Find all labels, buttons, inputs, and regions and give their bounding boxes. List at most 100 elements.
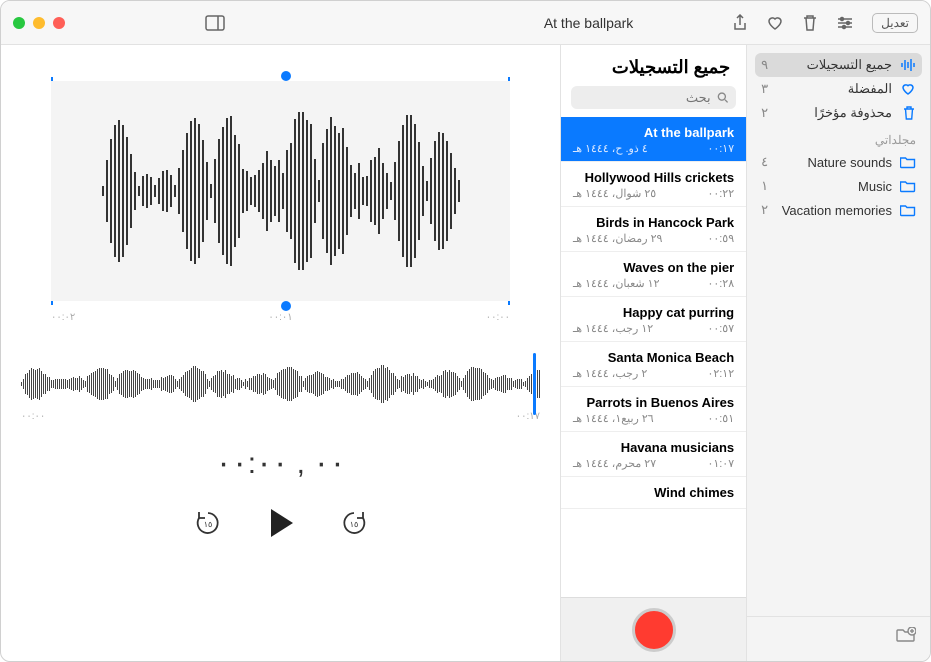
recording-duration: ٠٠:١٧ [707,142,734,155]
sidebar-item[interactable]: محذوفة مؤخرًا ٢ [747,101,930,125]
sidebar-item-label: المفضلة [848,81,892,97]
recording-duration: ٠٠:٢٨ [707,277,734,290]
sidebar-folder[interactable]: Music ١ [747,174,930,198]
app-window: تعديل At the ballpark [0,0,931,662]
sidebar-item-count: ٢ [761,105,768,121]
search-field[interactable] [571,86,736,109]
close-button[interactable] [53,17,65,29]
svg-text:١٥: ١٥ [349,520,358,529]
share-button[interactable] [732,14,748,32]
recording-title: Parrots in Buenos Aires [573,395,734,410]
ruler-mark: ٠٠:٠١ [268,312,292,323]
toolbar: تعديل [732,13,918,33]
recording-item[interactable]: Waves on the pier ٠٠:٢٨ ١٢ شعبان، ١٤٤٤ ه… [561,252,746,297]
recording-duration: ٠٠:٥٩ [707,232,734,245]
sidebar-item-label: جميع التسجيلات [807,57,892,73]
waveform-icon [900,58,916,72]
trim-handle-top[interactable] [281,71,291,81]
folder-label: Vacation memories [782,203,892,218]
window-controls [13,17,65,29]
recording-date: ٢٦ ربيع١، ١٤٤٤ هـ [573,412,654,425]
recording-date: ٤ ذو. ح، ١٤٤٤ هـ [573,142,648,155]
playback-controls: ١٥ ١٥ [21,507,540,539]
waveform-bars [51,81,510,301]
recording-date: ١٢ شعبان، ١٤٤٤ هـ [573,277,660,290]
sidebar-folder[interactable]: Vacation memories ٢ [747,198,930,222]
folder-icon [900,180,916,193]
recording-duration: ٠٠:٥٧ [707,322,734,335]
play-button[interactable] [267,507,295,539]
recording-duration: ٠٢:١٢ [707,367,734,380]
skip-back-button[interactable]: ١٥ [193,508,223,538]
trash-icon [802,14,818,32]
time-ruler: ٠٠:٠٢ ٠٠:٠١ ٠٠:٠٠ [51,312,510,323]
ruler-mark: ٠٠:٠٢ [51,312,75,323]
recording-title: Santa Monica Beach [573,350,734,365]
edit-button[interactable]: تعديل [872,13,918,33]
playhead[interactable] [533,353,536,415]
recording-date: ٢٧ محرم، ١٤٤٤ هـ [573,457,656,470]
recording-title: Wind chimes [573,485,734,500]
share-icon [732,14,748,32]
minimize-button[interactable] [33,17,45,29]
folder-icon [900,204,916,217]
search-icon [717,91,728,104]
recording-item[interactable]: At the ballpark ٠٠:١٧ ٤ ذو. ح، ١٤٤٤ هـ [561,117,746,162]
trim-handle-bottom[interactable] [281,301,291,311]
detail-pane: ٠٠:٠٢ ٠٠:٠١ ٠٠:٠٠ ٠٠:٠٠ ٠٠:١٧ ٠٠ , ٠٠:٠٠… [1,45,560,661]
svg-text:١٥: ١٥ [203,520,212,529]
skip-forward-icon: ١٥ [340,509,368,537]
sidebar-item-label: محذوفة مؤخرًا [814,105,892,121]
recording-title: Happy cat purring [573,305,734,320]
heart-icon [900,82,916,96]
sidebar-folder[interactable]: Nature sounds ٤ [747,150,930,174]
recording-date: ٢ رجب، ١٤٤٤ هـ [573,367,647,380]
recording-item[interactable]: Santa Monica Beach ٠٢:١٢ ٢ رجب، ١٤٤٤ هـ [561,342,746,387]
waveform-main[interactable]: ٠٠:٠٢ ٠٠:٠١ ٠٠:٠٠ [21,71,540,331]
ruler-mark: ٠٠:٠٠ [486,312,510,323]
search-input[interactable] [579,90,711,105]
recording-item[interactable]: Happy cat purring ٠٠:٥٧ ١٢ رجب، ١٤٤٤ هـ [561,297,746,342]
sidebar-item[interactable]: المفضلة ٣ [747,77,930,101]
titlebar: تعديل At the ballpark [1,1,930,45]
sidebar-icon [205,15,225,31]
favorite-button[interactable] [766,15,784,31]
folder-label: Nature sounds [807,155,892,170]
overview-start: ٠٠:٠٠ [21,411,45,422]
trash-icon [900,105,916,121]
new-folder-button[interactable] [896,627,916,643]
sidebar-toggle-button[interactable] [205,15,225,31]
recording-title: Hollywood Hills crickets [573,170,734,185]
overview-end: ٠٠:١٧ [516,411,540,422]
record-button[interactable] [632,608,676,652]
current-time: ٠٠ , ٠٠:٠٠ [21,446,540,481]
waveform-overview[interactable] [21,359,540,409]
recording-title: At the ballpark [573,125,734,140]
recording-title: Waves on the pier [573,260,734,275]
sidebar-item[interactable]: جميع التسجيلات ٩ [755,53,922,77]
recording-title: Havana musicians [573,440,734,455]
recording-date: ١٢ رجب، ١٤٤٤ هـ [573,322,653,335]
recording-date: ٢٩ رمضان، ١٤٤٤ هـ [573,232,662,245]
recording-item[interactable]: Hollywood Hills crickets ٠٠:٢٢ ٢٥ شوال، … [561,162,746,207]
recording-duration: ٠١:٠٧ [707,457,734,470]
recording-item[interactable]: Havana musicians ٠١:٠٧ ٢٧ محرم، ١٤٤٤ هـ [561,432,746,477]
recordings-scroll[interactable]: At the ballpark ٠٠:١٧ ٤ ذو. ح، ١٤٤٤ هـHo… [561,117,746,597]
recording-item[interactable]: Parrots in Buenos Aires ٠٠:٥١ ٢٦ ربيع١، … [561,387,746,432]
maximize-button[interactable] [13,17,25,29]
folder-count: ٤ [761,154,768,170]
sidebar: جميع التسجيلات ٩ المفضلة ٣ محذوفة مؤخرًا… [746,45,930,661]
recording-item[interactable]: Wind chimes [561,477,746,509]
recording-item[interactable]: Birds in Hancock Park ٠٠:٥٩ ٢٩ رمضان، ١٤… [561,207,746,252]
folders-header: مجلداتي [747,125,930,150]
skip-back-icon: ١٥ [194,509,222,537]
skip-forward-button[interactable]: ١٥ [339,508,369,538]
settings-button[interactable] [836,15,854,31]
folder-label: Music [858,179,892,194]
recording-title: Birds in Hancock Park [573,215,734,230]
recordings-list: جميع التسجيلات At the ballpark ٠٠:١٧ ٤ ذ… [560,45,746,661]
heart-icon [766,15,784,31]
play-icon [267,507,295,539]
delete-button[interactable] [802,14,818,32]
sidebar-item-count: ٩ [761,57,768,73]
